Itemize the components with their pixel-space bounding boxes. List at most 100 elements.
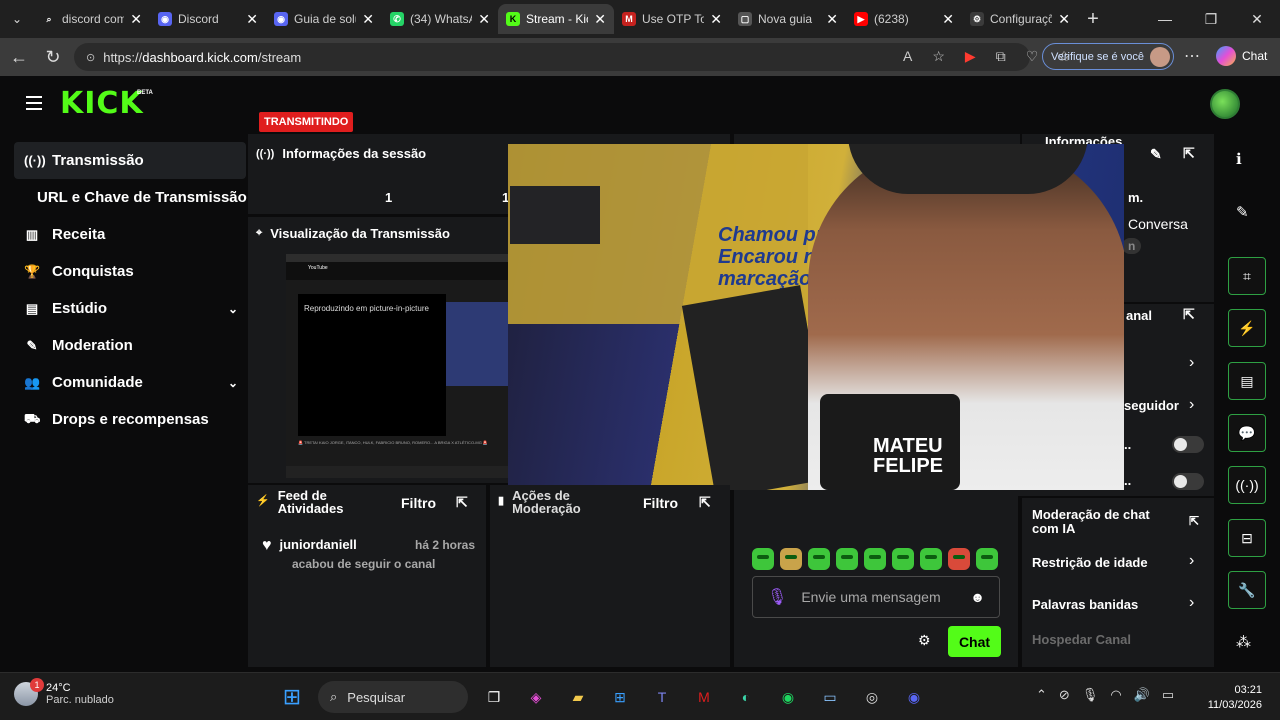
screen-capture-button[interactable]: ⌗ [1228,257,1266,295]
kick-logo[interactable]: KICK [60,86,144,121]
pencil-icon[interactable]: ✎ [1236,203,1249,221]
sidebar-item[interactable]: ⛟ Drops e recompensas [14,401,246,438]
host-channel-label[interactable]: Hospedar Canal [1032,632,1131,647]
close-tab-icon[interactable]: ✕ [942,11,954,28]
chat-settings-icon[interactable]: ⚙ [918,632,931,649]
browser-tab[interactable]: ◉ Discord ✕ [150,4,266,34]
age-restriction-label[interactable]: Restrição de idade [1032,555,1148,570]
emote-icon[interactable] [864,548,886,570]
stream-preview-thumbnail[interactable]: YouTube Reproduzindo em picture-in-pictu… [286,254,508,478]
lightning-button[interactable]: ⚡ [1228,309,1266,347]
browser-essentials-icon[interactable]: ♡ [1026,48,1039,65]
sidebar-item[interactable]: ▤ Estúdio ⌄ [14,290,246,327]
chrome-icon[interactable]: ◎ [856,681,888,713]
emote-icon[interactable] [892,548,914,570]
more-options-icon[interactable]: ⋯ [1184,46,1200,66]
wifi-icon[interactable]: ◠ [1110,687,1121,703]
close-tab-icon[interactable]: ✕ [130,11,142,28]
emote-icon[interactable] [780,548,802,570]
close-tab-icon[interactable]: ✕ [594,11,606,28]
emote-icon[interactable] [808,548,830,570]
close-tab-icon[interactable]: ✕ [478,11,490,28]
spotify-icon[interactable]: ◉ [772,681,804,713]
chevron-down-icon[interactable]: ⌄ [228,302,238,316]
browser-tab[interactable]: M Use OTP To ✕ [614,4,730,34]
close-window-button[interactable]: ✕ [1234,0,1280,38]
activity-filter-button[interactable]: Filtro [401,495,436,511]
back-button[interactable]: ← [2,47,36,68]
moderation-filter-button[interactable]: Filtro [643,495,678,511]
sidebar-item[interactable]: ▥ Receita [14,216,246,253]
browser-tab[interactable]: ▶ (6238) ✕ [846,4,962,34]
chat-bubble-button[interactable]: 💬 [1228,414,1266,452]
info-icon[interactable]: ℹ [1236,150,1242,168]
emoji-icon[interactable]: ☻ [970,589,985,605]
windows-start-icon[interactable]: ⊞ [276,681,308,713]
activity-username[interactable]: juniordaniell [280,537,357,552]
extensions-icon[interactable]: ⧉ [996,48,1006,65]
site-info-icon[interactable]: ⊙ [86,51,95,64]
activity-popout-icon[interactable]: ⇱ [456,494,468,511]
read-aloud-icon[interactable]: A [903,48,912,65]
store-icon[interactable]: ⊞ [604,681,636,713]
browser-tab[interactable]: K Stream - Kic ✕ [498,4,614,34]
menu-icon[interactable] [26,96,42,110]
emote-icon[interactable] [976,548,998,570]
copilot-chat-button[interactable]: Chat [1216,46,1267,66]
age-restriction-chevron[interactable]: › [1189,552,1194,570]
weather-widget[interactable]: 1 24°C Parc. nublado [14,678,114,706]
emote-icon[interactable] [948,548,970,570]
copilot-taskbar-icon[interactable]: ◈ [520,681,552,713]
system-clock[interactable]: 03:21 11/03/2026 [1204,683,1262,713]
close-tab-icon[interactable]: ✕ [826,11,838,28]
teams-icon[interactable]: T [646,681,678,713]
reload-button[interactable]: ↻ [36,47,70,68]
wrench-button[interactable]: 🔧 [1228,571,1266,609]
tab-actions-menu[interactable]: ⌄ [0,0,34,38]
toggle-switch-2[interactable] [1172,473,1204,490]
chat-message-input[interactable]: 🎙 Envie uma mensagem ☻ [752,576,1000,618]
microphone-tray-icon[interactable]: 🎙 [1082,687,1099,703]
favorite-star-icon[interactable]: ☆ [932,48,945,65]
screen-app-icon[interactable]: ▭ [814,681,846,713]
notes-button[interactable]: ▤ [1228,362,1266,400]
chevron-down-icon[interactable]: ⌄ [228,376,238,390]
new-tab-button[interactable]: + [1078,8,1108,31]
address-bar[interactable]: ⊙ https://dashboard.kick.com/stream [74,43,1030,71]
sidebar-item[interactable]: URL e Chave de Transmissão [14,179,247,216]
sidebar-item[interactable]: ✎ Moderation [14,327,246,364]
hidden-device-icon[interactable]: ⊘ [1059,687,1070,703]
banned-words-label[interactable]: Palavras banidas [1032,597,1138,612]
taskbar-search[interactable]: ⌕ Pesquisar [318,681,468,713]
sidebar-item[interactable]: 👥 Comunidade ⌄ [14,364,246,401]
channel-row-1-chevron[interactable]: › [1189,354,1194,372]
followers-chevron[interactable]: › [1189,396,1194,414]
sidebar-item[interactable]: ((·)) Transmissão [14,142,246,179]
broadcast-button[interactable]: ((·)) [1228,466,1266,504]
browser-tab[interactable]: ⌕ discord com ✕ [34,4,150,34]
file-explorer-icon[interactable]: ▰ [562,681,594,713]
picture-in-picture-video[interactable]: Chamou pra Encarou na marcação. MATEU FE… [508,144,1124,490]
ai-moderation-label[interactable]: Moderação de chat com IA [1032,508,1172,536]
close-tab-icon[interactable]: ✕ [246,11,258,28]
edit-info-icon[interactable]: ✎ [1150,146,1162,163]
microphone-icon[interactable]: 🎙 [767,587,787,607]
chevron-up-icon[interactable]: ⌃ [1036,687,1047,703]
close-tab-icon[interactable]: ✕ [362,11,374,28]
ai-moderation-popout-icon[interactable]: ⇱ [1189,514,1199,528]
task-view-icon[interactable]: ❐ [478,681,510,713]
user-avatar[interactable] [1210,89,1240,119]
sidebar-item[interactable]: 🏆 Conquistas [14,253,246,290]
edge-icon[interactable]: ◐ [730,681,762,713]
mcafee-icon[interactable]: M [688,681,720,713]
moderation-popout-icon[interactable]: ⇱ [699,494,711,511]
toggle-switch-1[interactable] [1172,436,1204,453]
browser-tab[interactable]: ◉ Guia de solu ✕ [266,4,382,34]
battery-icon[interactable]: ▭ [1162,687,1174,703]
verify-identity-button[interactable]: Verifique se é você [1042,43,1174,70]
send-chat-button[interactable]: Chat [948,626,1001,657]
popout-channel-icon[interactable]: ⇱ [1183,306,1195,323]
community-icon[interactable]: ⁂ [1236,633,1251,651]
volume-icon[interactable]: 🔊 [1134,687,1150,703]
browser-tab[interactable]: ▢ Nova guia ✕ [730,4,846,34]
